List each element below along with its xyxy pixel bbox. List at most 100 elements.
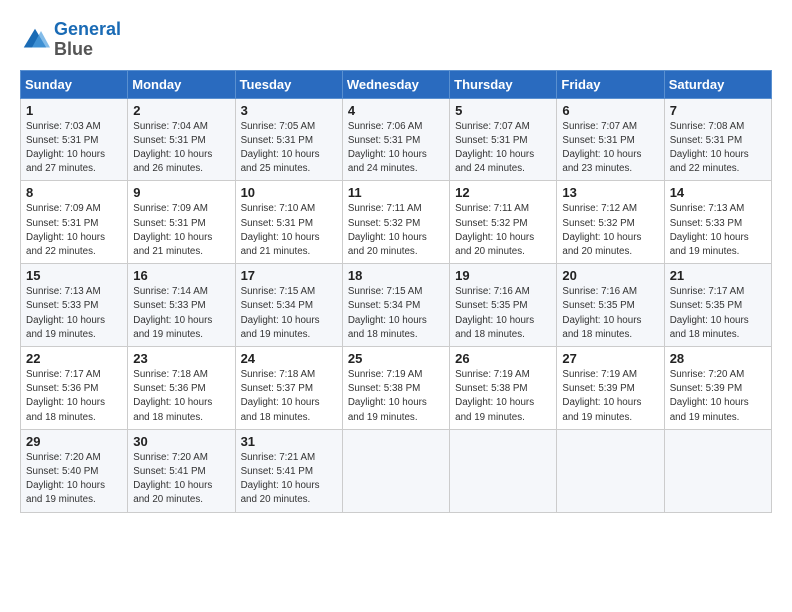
- calendar-cell: 21 Sunrise: 7:17 AMSunset: 5:35 PMDaylig…: [664, 264, 771, 347]
- day-number: 23: [133, 351, 229, 366]
- day-number: 4: [348, 103, 444, 118]
- calendar-week-4: 22 Sunrise: 7:17 AMSunset: 5:36 PMDaylig…: [21, 347, 772, 430]
- calendar-cell: 1 Sunrise: 7:03 AMSunset: 5:31 PMDayligh…: [21, 98, 128, 181]
- day-number: 28: [670, 351, 766, 366]
- calendar-cell: [557, 429, 664, 512]
- day-info: Sunrise: 7:18 AMSunset: 5:36 PMDaylight:…: [133, 369, 212, 423]
- day-info: Sunrise: 7:15 AMSunset: 5:34 PMDaylight:…: [348, 286, 427, 340]
- calendar-cell: 30 Sunrise: 7:20 AMSunset: 5:41 PMDaylig…: [128, 429, 235, 512]
- day-info: Sunrise: 7:10 AMSunset: 5:31 PMDaylight:…: [241, 203, 320, 257]
- day-number: 31: [241, 434, 337, 449]
- day-number: 21: [670, 268, 766, 283]
- day-number: 27: [562, 351, 658, 366]
- calendar-cell: [342, 429, 449, 512]
- day-number: 5: [455, 103, 551, 118]
- calendar-cell: 28 Sunrise: 7:20 AMSunset: 5:39 PMDaylig…: [664, 347, 771, 430]
- day-info: Sunrise: 7:15 AMSunset: 5:34 PMDaylight:…: [241, 286, 320, 340]
- day-info: Sunrise: 7:13 AMSunset: 5:33 PMDaylight:…: [26, 286, 105, 340]
- day-number: 20: [562, 268, 658, 283]
- day-info: Sunrise: 7:09 AMSunset: 5:31 PMDaylight:…: [133, 203, 212, 257]
- day-number: 6: [562, 103, 658, 118]
- day-number: 12: [455, 185, 551, 200]
- day-info: Sunrise: 7:20 AMSunset: 5:39 PMDaylight:…: [670, 369, 749, 423]
- calendar-week-3: 15 Sunrise: 7:13 AMSunset: 5:33 PMDaylig…: [21, 264, 772, 347]
- calendar-cell: 4 Sunrise: 7:06 AMSunset: 5:31 PMDayligh…: [342, 98, 449, 181]
- day-info: Sunrise: 7:03 AMSunset: 5:31 PMDaylight:…: [26, 121, 105, 175]
- calendar-week-1: 1 Sunrise: 7:03 AMSunset: 5:31 PMDayligh…: [21, 98, 772, 181]
- logo-icon: [20, 25, 50, 55]
- day-number: 1: [26, 103, 122, 118]
- calendar-cell: 5 Sunrise: 7:07 AMSunset: 5:31 PMDayligh…: [450, 98, 557, 181]
- calendar-week-5: 29 Sunrise: 7:20 AMSunset: 5:40 PMDaylig…: [21, 429, 772, 512]
- calendar-cell: 13 Sunrise: 7:12 AMSunset: 5:32 PMDaylig…: [557, 181, 664, 264]
- calendar-cell: 10 Sunrise: 7:10 AMSunset: 5:31 PMDaylig…: [235, 181, 342, 264]
- day-number: 30: [133, 434, 229, 449]
- day-number: 15: [26, 268, 122, 283]
- calendar-cell: 26 Sunrise: 7:19 AMSunset: 5:38 PMDaylig…: [450, 347, 557, 430]
- col-header-sunday: Sunday: [21, 70, 128, 98]
- day-info: Sunrise: 7:07 AMSunset: 5:31 PMDaylight:…: [455, 121, 534, 175]
- calendar-cell: 20 Sunrise: 7:16 AMSunset: 5:35 PMDaylig…: [557, 264, 664, 347]
- calendar-cell: 9 Sunrise: 7:09 AMSunset: 5:31 PMDayligh…: [128, 181, 235, 264]
- calendar-cell: [664, 429, 771, 512]
- day-number: 14: [670, 185, 766, 200]
- day-info: Sunrise: 7:21 AMSunset: 5:41 PMDaylight:…: [241, 452, 320, 506]
- col-header-wednesday: Wednesday: [342, 70, 449, 98]
- day-info: Sunrise: 7:07 AMSunset: 5:31 PMDaylight:…: [562, 121, 641, 175]
- col-header-saturday: Saturday: [664, 70, 771, 98]
- day-info: Sunrise: 7:04 AMSunset: 5:31 PMDaylight:…: [133, 121, 212, 175]
- day-number: 9: [133, 185, 229, 200]
- day-number: 3: [241, 103, 337, 118]
- calendar-cell: 27 Sunrise: 7:19 AMSunset: 5:39 PMDaylig…: [557, 347, 664, 430]
- day-number: 7: [670, 103, 766, 118]
- calendar-cell: 29 Sunrise: 7:20 AMSunset: 5:40 PMDaylig…: [21, 429, 128, 512]
- calendar-cell: 22 Sunrise: 7:17 AMSunset: 5:36 PMDaylig…: [21, 347, 128, 430]
- calendar-cell: 14 Sunrise: 7:13 AMSunset: 5:33 PMDaylig…: [664, 181, 771, 264]
- calendar-cell: 12 Sunrise: 7:11 AMSunset: 5:32 PMDaylig…: [450, 181, 557, 264]
- calendar-cell: 17 Sunrise: 7:15 AMSunset: 5:34 PMDaylig…: [235, 264, 342, 347]
- day-number: 24: [241, 351, 337, 366]
- day-number: 13: [562, 185, 658, 200]
- day-info: Sunrise: 7:16 AMSunset: 5:35 PMDaylight:…: [562, 286, 641, 340]
- calendar-cell: [450, 429, 557, 512]
- logo-text: GeneralBlue: [54, 20, 121, 60]
- calendar-cell: 24 Sunrise: 7:18 AMSunset: 5:37 PMDaylig…: [235, 347, 342, 430]
- day-number: 26: [455, 351, 551, 366]
- calendar-cell: 7 Sunrise: 7:08 AMSunset: 5:31 PMDayligh…: [664, 98, 771, 181]
- calendar-cell: 6 Sunrise: 7:07 AMSunset: 5:31 PMDayligh…: [557, 98, 664, 181]
- day-info: Sunrise: 7:09 AMSunset: 5:31 PMDaylight:…: [26, 203, 105, 257]
- day-number: 18: [348, 268, 444, 283]
- day-number: 10: [241, 185, 337, 200]
- day-number: 11: [348, 185, 444, 200]
- day-info: Sunrise: 7:13 AMSunset: 5:33 PMDaylight:…: [670, 203, 749, 257]
- col-header-thursday: Thursday: [450, 70, 557, 98]
- day-number: 19: [455, 268, 551, 283]
- day-info: Sunrise: 7:11 AMSunset: 5:32 PMDaylight:…: [348, 203, 427, 257]
- col-header-monday: Monday: [128, 70, 235, 98]
- calendar-cell: 18 Sunrise: 7:15 AMSunset: 5:34 PMDaylig…: [342, 264, 449, 347]
- logo: GeneralBlue: [20, 20, 121, 60]
- col-header-tuesday: Tuesday: [235, 70, 342, 98]
- day-info: Sunrise: 7:19 AMSunset: 5:38 PMDaylight:…: [455, 369, 534, 423]
- calendar-cell: 19 Sunrise: 7:16 AMSunset: 5:35 PMDaylig…: [450, 264, 557, 347]
- day-number: 25: [348, 351, 444, 366]
- day-number: 16: [133, 268, 229, 283]
- day-number: 2: [133, 103, 229, 118]
- day-info: Sunrise: 7:08 AMSunset: 5:31 PMDaylight:…: [670, 121, 749, 175]
- day-info: Sunrise: 7:20 AMSunset: 5:41 PMDaylight:…: [133, 452, 212, 506]
- day-info: Sunrise: 7:16 AMSunset: 5:35 PMDaylight:…: [455, 286, 534, 340]
- day-number: 8: [26, 185, 122, 200]
- calendar-cell: 8 Sunrise: 7:09 AMSunset: 5:31 PMDayligh…: [21, 181, 128, 264]
- calendar-cell: 25 Sunrise: 7:19 AMSunset: 5:38 PMDaylig…: [342, 347, 449, 430]
- col-header-friday: Friday: [557, 70, 664, 98]
- day-info: Sunrise: 7:06 AMSunset: 5:31 PMDaylight:…: [348, 121, 427, 175]
- day-info: Sunrise: 7:20 AMSunset: 5:40 PMDaylight:…: [26, 452, 105, 506]
- calendar-cell: 23 Sunrise: 7:18 AMSunset: 5:36 PMDaylig…: [128, 347, 235, 430]
- day-info: Sunrise: 7:14 AMSunset: 5:33 PMDaylight:…: [133, 286, 212, 340]
- calendar-cell: 15 Sunrise: 7:13 AMSunset: 5:33 PMDaylig…: [21, 264, 128, 347]
- day-info: Sunrise: 7:12 AMSunset: 5:32 PMDaylight:…: [562, 203, 641, 257]
- page-header: GeneralBlue: [20, 20, 772, 60]
- calendar-week-2: 8 Sunrise: 7:09 AMSunset: 5:31 PMDayligh…: [21, 181, 772, 264]
- day-info: Sunrise: 7:17 AMSunset: 5:35 PMDaylight:…: [670, 286, 749, 340]
- calendar-cell: 3 Sunrise: 7:05 AMSunset: 5:31 PMDayligh…: [235, 98, 342, 181]
